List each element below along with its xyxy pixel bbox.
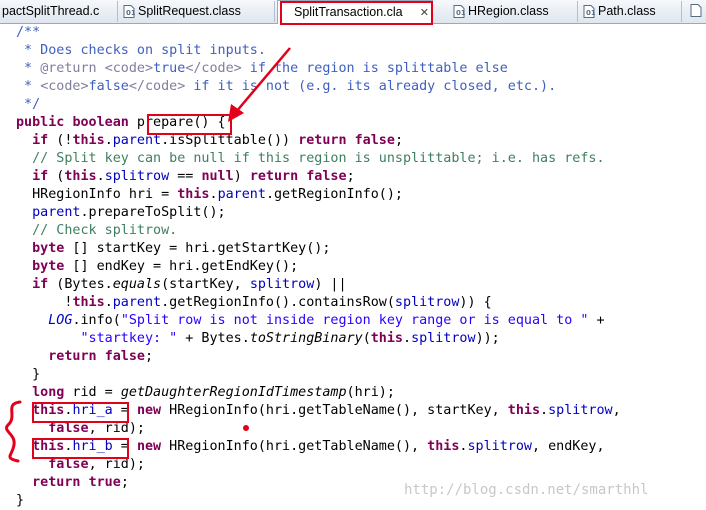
code-line: !this.parent.getRegionInfo().containsRow… bbox=[16, 295, 492, 310]
code-line: } bbox=[16, 367, 41, 382]
svg-text:01: 01 bbox=[456, 9, 465, 17]
svg-text:01: 01 bbox=[126, 9, 135, 17]
code-line: // Check splitrow. bbox=[16, 223, 178, 238]
svg-text:01: 01 bbox=[586, 9, 595, 17]
tab-path[interactable]: 01 Path.class bbox=[578, 1, 682, 22]
tab-label: pactSplitThread.c bbox=[2, 4, 100, 18]
watermark: http://blog.csdn.net/smarthhl bbox=[404, 482, 649, 498]
code-line: byte [] startKey = hri.getStartKey(); bbox=[32, 241, 331, 256]
code-line: HRegionInfo hri = this.parent.getRegionI… bbox=[16, 187, 403, 202]
highlight-prepare-method bbox=[147, 114, 232, 135]
code-line: "startkey: " + Bytes.toStringBinary(this… bbox=[80, 331, 500, 346]
highlight-active-tab bbox=[280, 1, 433, 25]
code-line: return true; bbox=[32, 475, 129, 490]
code-line: parent.prepareToSplit(); bbox=[32, 205, 226, 220]
highlight-hri-b bbox=[32, 438, 129, 459]
code-line: LOG.info("Split row is not inside region… bbox=[48, 313, 605, 328]
tab-pactsplitthread[interactable]: pactSplitThread.c bbox=[0, 1, 118, 22]
java-class-file-icon: 01 bbox=[583, 5, 595, 18]
java-class-file-icon: 01 bbox=[123, 5, 135, 18]
code-line: if (this.splitrow == null) return false; bbox=[32, 169, 355, 184]
tab-splitrequest[interactable]: 01 SplitRequest.class bbox=[118, 1, 275, 22]
code-line: /** bbox=[16, 25, 41, 40]
tab-hregion[interactable]: 01 HRegion.class bbox=[448, 1, 578, 22]
code-line: } bbox=[16, 493, 25, 508]
java-class-file-icon[interactable] bbox=[690, 4, 702, 17]
code-line: * @return <code>true</code> if the regio… bbox=[16, 61, 508, 76]
code-line: */ bbox=[16, 97, 41, 112]
code-line: return false; bbox=[48, 349, 154, 364]
code-line: * <code>false</code> if it is not (e.g. … bbox=[16, 79, 557, 94]
code-line: long rid = getDaughterRegionIdTimestamp(… bbox=[32, 385, 395, 400]
code-line: if (Bytes.equals(startKey, splitrow) || bbox=[32, 277, 347, 292]
code-line: byte [] endKey = hri.getEndKey(); bbox=[32, 259, 299, 274]
tab-label: Path.class bbox=[598, 4, 656, 18]
code-line: // Split key can be null if this region … bbox=[16, 151, 605, 166]
java-class-file-icon: 01 bbox=[453, 5, 465, 18]
tab-label: HRegion.class bbox=[468, 4, 549, 18]
code-line: * Does checks on split inputs. bbox=[16, 43, 266, 58]
tab-label: SplitRequest.class bbox=[138, 4, 241, 18]
highlight-hri-a bbox=[32, 402, 129, 423]
